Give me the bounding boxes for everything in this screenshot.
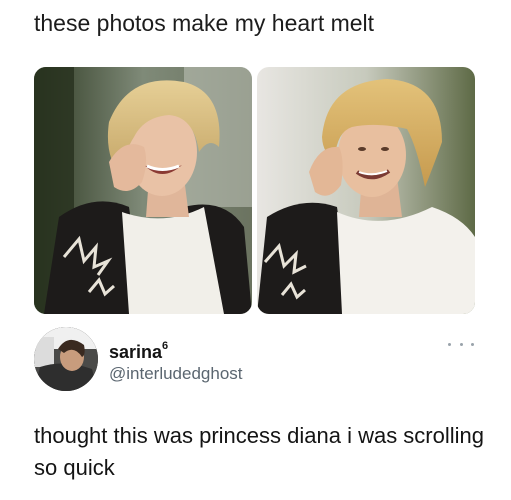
display-name-text: sarina bbox=[109, 342, 163, 362]
tweet-text: thought this was princess diana i was sc… bbox=[34, 423, 485, 480]
post-caption: these photos make my heart melt bbox=[34, 10, 375, 36]
dot bbox=[448, 342, 451, 346]
right-photo bbox=[257, 67, 475, 314]
user-handle[interactable]: @interludedghost bbox=[109, 363, 243, 385]
display-name[interactable]: sarina6 bbox=[109, 337, 168, 363]
tweet-header: sarina6 @interludedghost bbox=[34, 327, 474, 391]
avatar[interactable] bbox=[34, 327, 98, 391]
ellipsis-icon[interactable] bbox=[448, 339, 474, 349]
smiling-person-photo bbox=[257, 67, 475, 314]
display-name-superscript: 6 bbox=[162, 340, 169, 352]
dot bbox=[471, 342, 474, 346]
left-photo bbox=[34, 67, 252, 314]
dot bbox=[459, 342, 463, 346]
avatar-image bbox=[34, 327, 98, 391]
laughing-person-photo bbox=[34, 67, 252, 314]
